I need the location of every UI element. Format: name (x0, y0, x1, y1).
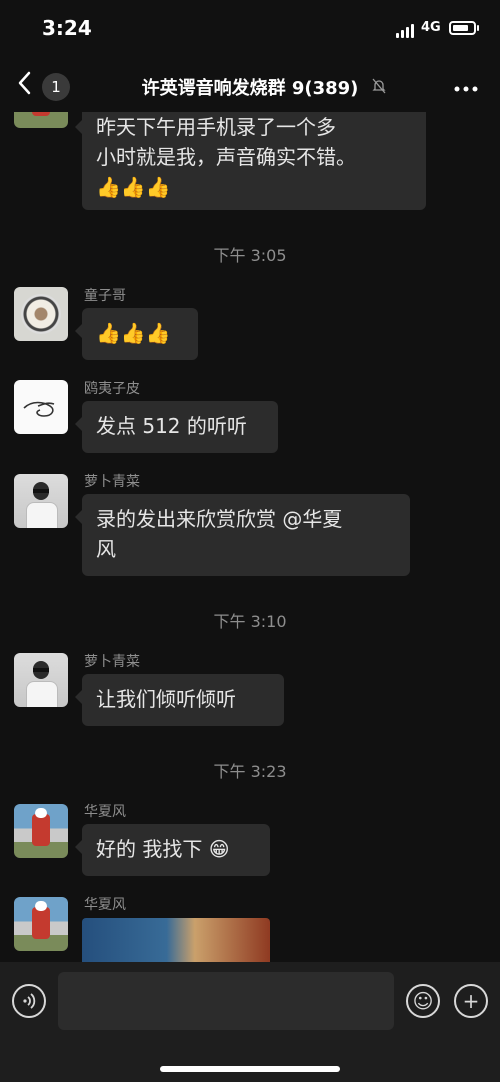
more-dots-icon (454, 86, 478, 92)
chevron-left-icon (18, 71, 31, 95)
sender-name: 华夏风 (84, 897, 126, 913)
message-bubble[interactable]: 录的发出来欣赏欣赏 @华夏 风 (75, 494, 410, 576)
message-bubble[interactable]: 昨天下午用手机录了一个多 小时就是我，声音确实不错。 👍👍👍 (75, 112, 426, 210)
home-indicator[interactable] (160, 1066, 340, 1072)
thumbs-up-emoji: 👍👍👍 (96, 175, 171, 199)
message-line: 录的发出来欣赏欣赏 @华夏 (96, 507, 343, 531)
avatar[interactable] (14, 380, 68, 434)
timestamp: 下午 3:05 (213, 246, 287, 265)
network-label: 4G (421, 20, 441, 35)
avatar[interactable] (14, 653, 68, 707)
message-line: 小时就是我，声音确实不错。 (96, 145, 356, 169)
avatar[interactable] (14, 804, 68, 858)
battery-icon (449, 21, 476, 35)
message-line: 风 (96, 537, 116, 561)
message-bubble[interactable]: 让我们倾听倾听 (75, 674, 284, 726)
chat-title: 许英谔音响发烧群 9(389) (141, 78, 359, 99)
timestamp: 下午 3:23 (213, 762, 287, 781)
sender-name: 萝卜青菜 (84, 474, 140, 490)
message-line: 昨天下午用手机录了一个多 (96, 115, 336, 139)
chat-header: 1 许英谔音响发烧群 9(389) (0, 60, 500, 112)
message-text: 好的 我找下 (96, 837, 203, 861)
avatar[interactable] (14, 474, 68, 528)
unread-badge[interactable]: 1 (42, 73, 70, 101)
message-input[interactable] (58, 972, 394, 1030)
message-bubble[interactable]: 发点 512 的听听 (75, 401, 278, 453)
avatar[interactable] (14, 112, 68, 128)
message-bubble[interactable]: 👍👍👍 (75, 308, 198, 360)
sender-name: 童子哥 (84, 288, 126, 304)
voice-button[interactable] (12, 984, 46, 1018)
avatar[interactable] (14, 287, 68, 341)
plus-icon: + (462, 989, 480, 1013)
input-bar: ☺ + (0, 962, 500, 1082)
more-button[interactable] (454, 74, 478, 99)
sender-name: 华夏风 (84, 804, 126, 820)
status-time: 3:24 (42, 16, 92, 40)
message-bubble[interactable]: 好的 我找下 😁 (75, 824, 270, 876)
grin-emoji: 😁 (208, 837, 230, 861)
smiley-icon: ☺ (412, 989, 434, 1013)
message-text: 发点 512 的听听 (96, 414, 247, 438)
sender-name: 鸥夷子皮 (84, 381, 140, 397)
add-button[interactable]: + (454, 984, 488, 1018)
voice-icon (23, 993, 36, 1009)
emoji-button[interactable]: ☺ (406, 984, 440, 1018)
battery-tip (477, 25, 479, 31)
thumbs-up-emoji: 👍👍👍 (96, 321, 171, 345)
signal-icon (396, 24, 416, 38)
doodle-icon (23, 401, 55, 417)
avatar[interactable] (14, 897, 68, 951)
message-text: 让我们倾听倾听 (96, 687, 236, 711)
status-bar: 3:24 4G (0, 0, 500, 60)
message-list[interactable]: 昨天下午用手机录了一个多 小时就是我，声音确实不错。 👍👍👍 下午 3:05 童… (0, 112, 500, 962)
bell-slash-icon (372, 78, 386, 94)
sender-name: 萝卜青菜 (84, 654, 140, 670)
image-message[interactable] (82, 918, 270, 962)
timestamp: 下午 3:10 (213, 612, 287, 631)
